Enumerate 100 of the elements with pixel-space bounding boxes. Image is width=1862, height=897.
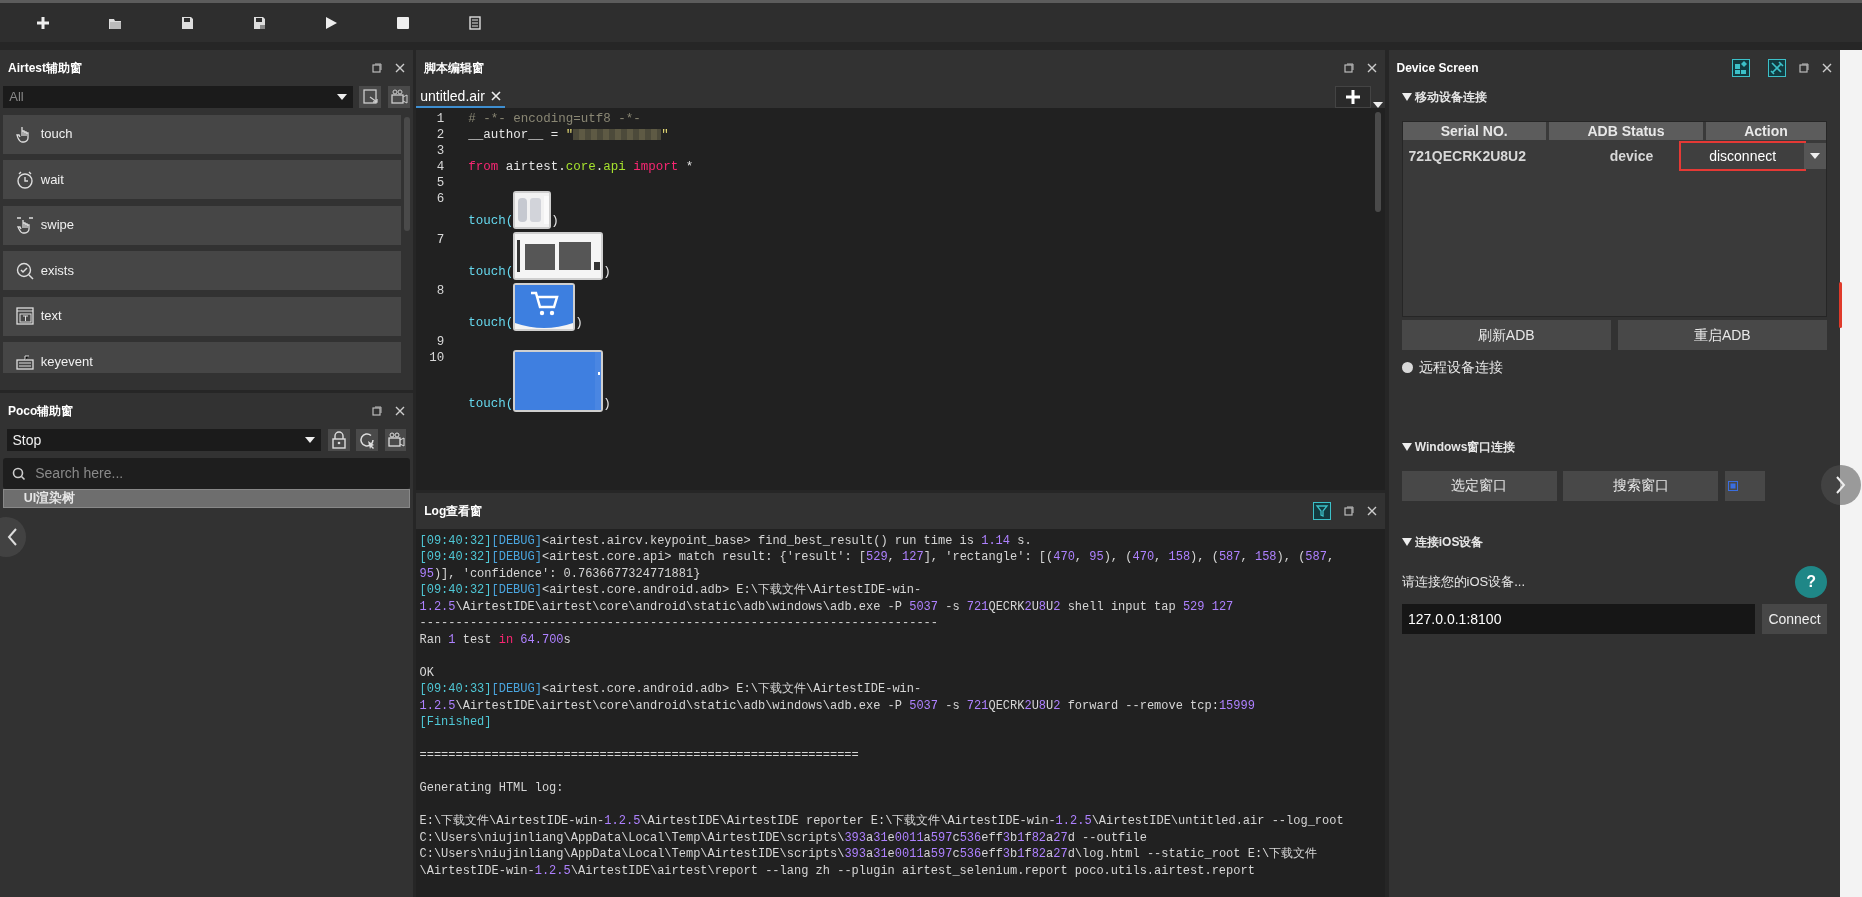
window-button[interactable]: 搜索窗口 (1563, 470, 1718, 501)
restore-icon[interactable] (372, 406, 382, 417)
log-line: C:\Users\niujinliang\AppData\Local\Temp\AirtestIDE\scripts\393a31e0011a597c536eff3b1f82a27d --outfile (419, 829, 1148, 846)
camera-icon[interactable] (389, 88, 408, 106)
expand-triangle-icon[interactable] (1401, 536, 1412, 547)
log-line: Ran 1 test in 64.700s (419, 631, 572, 648)
action-button[interactable]: text (3, 296, 401, 336)
filter-dropdown[interactable]: All (3, 86, 353, 108)
panel-title: 脚本编辑窗 (424, 60, 485, 77)
padlock-icon[interactable] (329, 431, 348, 450)
adb-button[interactable]: 重启ADB (1617, 320, 1828, 351)
restore-icon[interactable] (372, 63, 382, 73)
action-button[interactable]: swipe (3, 205, 401, 245)
section-heading: 移动设备连接 (1414, 89, 1487, 106)
code-text: touch( (468, 264, 514, 281)
log-line: [09:40:32][DEBUG]<airtest.aircv.keypoint_base> find_best_result() run time is 1.14 s. (419, 532, 1033, 549)
line-number: 9 (435, 334, 446, 351)
line-number: 7 (435, 232, 446, 249)
log-line: ------------------------------------------------------------------------ (419, 615, 939, 632)
log-line: 1.2.5\AirtestIDE\airtest\core\android\static\adb\windows\adb.exe -P 5037 -s 721QECRK2U8U2 shell input tap 529 127 (419, 598, 1235, 615)
code-text: ) (575, 315, 583, 332)
tools-icon[interactable] (1768, 59, 1787, 77)
close-icon[interactable] (395, 63, 405, 73)
code-text: ) (603, 396, 611, 413)
scrollbar-thumb[interactable] (1375, 112, 1382, 212)
close-icon[interactable] (1367, 506, 1378, 517)
log-line: OK (419, 664, 435, 681)
column-header: Action (1705, 122, 1827, 140)
stop-icon[interactable] (395, 15, 410, 30)
help-button[interactable]: ? (1795, 565, 1828, 598)
table-cell-text: 721QECRK2U8U2 (1407, 146, 1527, 166)
code-text: touch( (468, 315, 514, 332)
list-icon[interactable] (467, 15, 482, 30)
connect-button[interactable]: Connect (1761, 604, 1828, 635)
action-dropdown[interactable]: disconnect (1681, 143, 1804, 170)
log-line: Generating HTML log: (419, 780, 565, 797)
expand-triangle-icon[interactable] (1401, 441, 1412, 452)
line-number: 4 (435, 159, 446, 176)
column-header: Serial NO. (1402, 122, 1546, 140)
table-cell-text: device (1608, 146, 1655, 166)
log-line: [09:40:33][DEBUG]<airtest.core.android.adb> E:\下载文件\AirtestIDE-win- (419, 681, 923, 698)
chevron-left-icon[interactable] (7, 528, 17, 547)
window-button[interactable]: 选定窗口 (1401, 470, 1557, 501)
expand-triangle-icon[interactable] (1401, 92, 1412, 102)
line-number: 6 (435, 191, 446, 208)
close-icon[interactable] (1822, 63, 1833, 73)
log-line: [09:40:32][DEBUG]<airtest.core.api> match result: {'result': [529, 127], 'rectangle': [(470, 95), (470, 158), (587, 158), (587, (419, 549, 1336, 566)
mode-dropdown[interactable]: Stop (6, 429, 322, 452)
text-box-icon (16, 307, 35, 325)
section-heading: Windows窗口连接 (1414, 438, 1516, 456)
restore-icon[interactable] (1799, 63, 1810, 73)
log-line: [09:40:32][DEBUG]<airtest.core.android.adb> E:\下载文件\AirtestIDE-win- (419, 582, 923, 599)
plus-icon[interactable] (35, 15, 50, 30)
caret-icon[interactable] (1810, 153, 1820, 160)
action-button[interactable]: exists (3, 251, 401, 290)
panel-title: Log查看窗 (424, 503, 483, 521)
action-button[interactable]: wait (3, 160, 401, 199)
magnifier-check-icon (16, 261, 35, 280)
restore-icon[interactable] (1344, 506, 1355, 517)
code-text: touch( (468, 213, 514, 230)
search-field[interactable]: Search here... (3, 457, 410, 489)
panel-title: Poco辅助窗 (8, 403, 74, 421)
code-text: ) (603, 264, 611, 281)
section-heading: 连接iOS设备 (1414, 533, 1484, 551)
caret-icon (305, 437, 316, 444)
line-number: 1 (435, 111, 446, 128)
log-line: \AirtestIDE-win-1.2.5\AirtestIDE\airtest\report --lang zh --plugin airtest_selenium.report poco.utils.airtest.report (419, 862, 1256, 879)
log-line: ============================================================= (419, 747, 860, 764)
close-icon[interactable] (395, 406, 405, 417)
alarm-clock-icon (16, 170, 35, 189)
close-icon[interactable] (1367, 63, 1378, 73)
log-line: 1.2.5\AirtestIDE\airtest\core\android\static\adb\windows\adb.exe -P 5037 -s 721QECRK2U8U2 forward --remove tcp:15999 (419, 697, 1256, 714)
hint-text: 请连接您的iOS设备... (1401, 573, 1525, 591)
play-icon[interactable] (323, 15, 338, 30)
tree-item[interactable]: UI渲染树 (3, 488, 410, 508)
screenshot-icon[interactable] (361, 88, 380, 106)
action-button[interactable]: touch (3, 114, 401, 154)
code-text: ) (551, 213, 559, 230)
radio-option[interactable]: 远程设备连接 (1401, 356, 1828, 378)
code-line: __author__ = " " (468, 127, 669, 144)
scrollbar-thumb[interactable] (404, 116, 410, 231)
line-number: 5 (435, 175, 446, 192)
code-text: touch( (468, 396, 514, 413)
restore-icon[interactable] (1344, 63, 1355, 73)
filter-icon[interactable] (1313, 502, 1332, 521)
adb-button[interactable]: 刷新ADB (1401, 320, 1611, 351)
refresh-icon[interactable] (358, 431, 377, 450)
layout-icon[interactable] (1732, 59, 1751, 77)
action-button[interactable]: keyevent (3, 342, 401, 373)
scrollbar-thumb[interactable] (1839, 282, 1843, 328)
swipe-hand-icon (16, 216, 35, 234)
log-line: [Finished] (419, 714, 493, 731)
panel-title: Airtest辅助窗 (8, 60, 82, 77)
address-field[interactable]: 127.0.0.1:8100 (1401, 604, 1756, 635)
caret-icon (336, 94, 347, 100)
log-line: E:\下载文件\AirtestIDE-win-1.2.5\AirtestIDE\AirtestIDE reporter E:\下载文件\AirtestIDE-win-1.2.5\AirtestIDE\untitled.air --log_root (419, 813, 1345, 830)
camera-icon[interactable] (386, 431, 405, 450)
chevron-right-icon[interactable] (1836, 475, 1847, 494)
log-line: C:\Users\niujinliang\AppData\Local\Temp\AirtestIDE\scripts\393a31e0011a597c536eff3b1f82a27d\log.html --static_root E:\下载文件 (419, 846, 1319, 863)
panel-title: Device Screen (1396, 60, 1479, 77)
